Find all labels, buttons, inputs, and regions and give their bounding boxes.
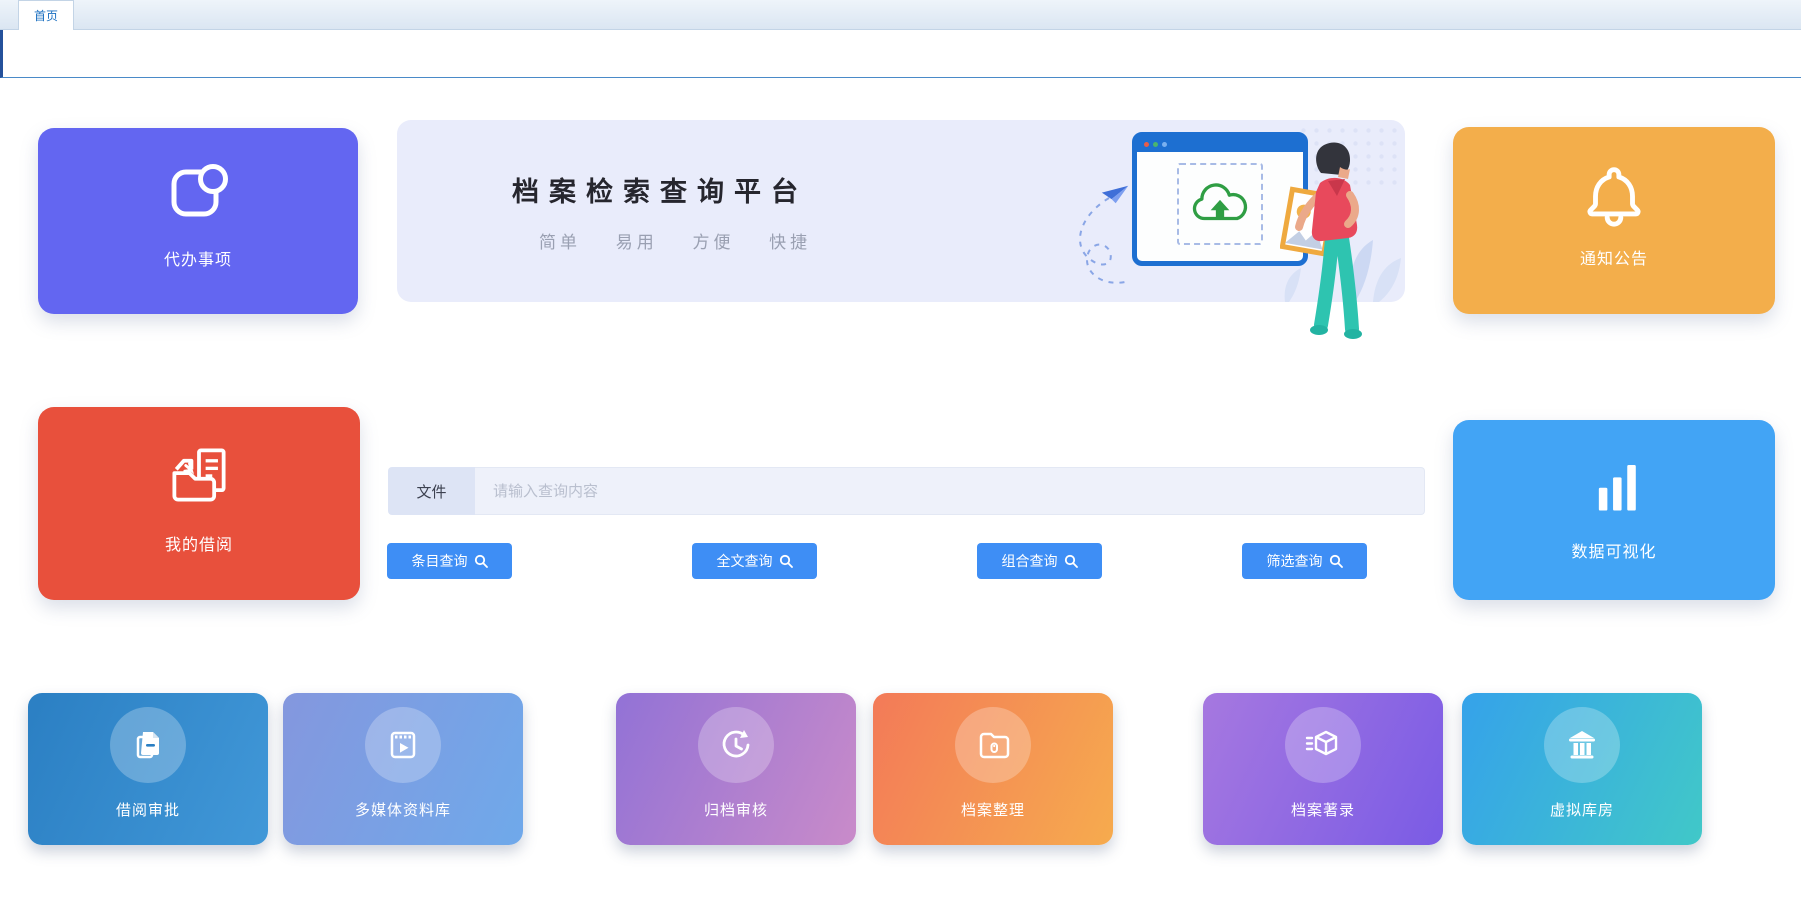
documents-icon	[129, 726, 167, 764]
content-frame-border	[0, 30, 1801, 78]
module-multimedia-library[interactable]: 多媒体资料库	[283, 693, 523, 845]
folder-document-icon	[163, 439, 235, 511]
magnifier-icon	[474, 554, 488, 568]
search-input[interactable]	[475, 467, 1425, 515]
module-archiving-review[interactable]: 归档审核	[616, 693, 856, 845]
module-icon-circle	[698, 707, 774, 783]
fulltext-query-label: 全文查询	[717, 551, 773, 571]
warehouse-icon	[1563, 726, 1601, 764]
person-illustration	[1280, 133, 1380, 343]
module-icon-circle	[1285, 707, 1361, 783]
cloud-upload-icon	[1191, 180, 1249, 228]
search-field-selector[interactable]: 文件	[388, 467, 475, 515]
search-field-label: 文件	[416, 481, 446, 502]
module-borrow-approval[interactable]: 借阅审批	[28, 693, 268, 845]
module-virtual-warehouse[interactable]: 虚拟库房	[1462, 693, 1702, 845]
archive-portal-page: 首页 代办事项 档案检索查询平台 简单 易用 方便 快捷	[0, 0, 1801, 912]
module-multimedia-library-label: 多媒体资料库	[355, 799, 451, 820]
filter-query-label: 筛选查询	[1267, 551, 1323, 571]
browser-dot-red	[1144, 142, 1149, 147]
card-my-borrow-label: 我的借阅	[165, 531, 233, 555]
tab-home-label: 首页	[34, 7, 58, 24]
video-icon	[384, 726, 422, 764]
module-virtual-warehouse-label: 虚拟库房	[1550, 799, 1614, 820]
module-borrow-approval-label: 借阅审批	[116, 799, 180, 820]
browser-dot-green	[1153, 142, 1158, 147]
card-my-borrow[interactable]: 我的借阅	[38, 407, 360, 600]
bell-icon	[1577, 157, 1651, 231]
module-archiving-review-label: 归档审核	[704, 799, 768, 820]
upload-dropzone-illustration	[1177, 163, 1263, 245]
magnifier-icon	[1329, 554, 1343, 568]
module-archive-arrangement-label: 档案整理	[961, 799, 1025, 820]
magnifier-icon	[779, 554, 793, 568]
combined-query-button[interactable]: 组合查询	[977, 543, 1102, 579]
card-data-viz[interactable]: 数据可视化	[1453, 420, 1775, 600]
card-todo-label: 代办事项	[164, 246, 232, 270]
module-archive-cataloging[interactable]: 档案著录	[1203, 693, 1443, 845]
card-todo[interactable]: 代办事项	[38, 128, 358, 314]
module-archive-cataloging-label: 档案著录	[1291, 799, 1355, 820]
browser-titlebar	[1137, 137, 1303, 152]
module-icon-circle	[955, 707, 1031, 783]
history-clock-icon	[717, 726, 755, 764]
module-icon-circle	[110, 707, 186, 783]
clipboard-circle-icon	[160, 154, 236, 230]
archive-folder-icon	[974, 726, 1012, 764]
card-data-viz-label: 数据可视化	[1571, 538, 1656, 562]
entry-query-label: 条目查询	[412, 551, 468, 571]
combined-query-label: 组合查询	[1002, 551, 1058, 571]
banner: 档案检索查询平台 简单 易用 方便 快捷	[397, 120, 1405, 302]
card-notice[interactable]: 通知公告	[1453, 127, 1775, 314]
module-archive-arrangement[interactable]: 档案整理	[873, 693, 1113, 845]
paper-plane-icon	[1057, 176, 1141, 298]
banner-title: 档案检索查询平台	[512, 170, 808, 209]
tab-home[interactable]: 首页	[18, 0, 74, 30]
card-notice-label: 通知公告	[1580, 245, 1648, 269]
entry-query-button[interactable]: 条目查询	[387, 543, 512, 579]
browser-dot-blue	[1162, 142, 1167, 147]
tab-bar: 首页	[0, 0, 1801, 30]
bar-chart-icon	[1578, 448, 1650, 520]
filter-query-button[interactable]: 筛选查询	[1242, 543, 1367, 579]
magnifier-icon	[1064, 554, 1078, 568]
banner-subtitle: 简单 易用 方便 快捷	[539, 228, 811, 253]
module-icon-circle	[1544, 707, 1620, 783]
cube-icon	[1304, 726, 1342, 764]
module-icon-circle	[365, 707, 441, 783]
fulltext-query-button[interactable]: 全文查询	[692, 543, 817, 579]
